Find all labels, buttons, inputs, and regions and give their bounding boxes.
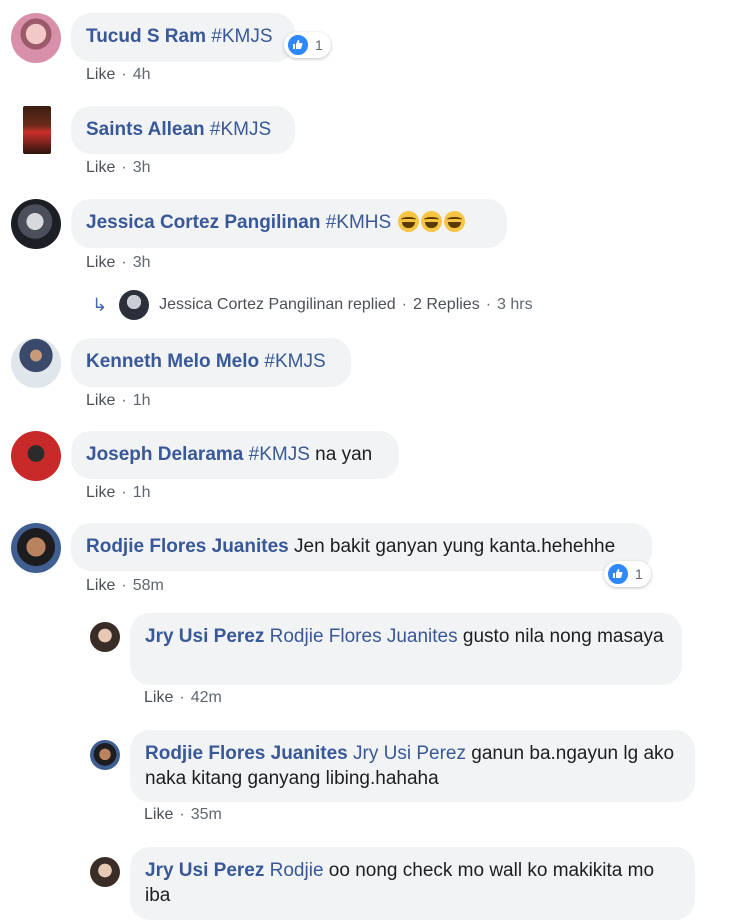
timestamp[interactable]: 1h (133, 392, 151, 409)
comment-author[interactable]: Kenneth Melo Melo (86, 351, 259, 372)
timestamp[interactable]: 4h (133, 66, 151, 83)
mention[interactable]: Jry Usi Perez (353, 743, 466, 764)
comment-bubble: Joseph Delarama #KMJS na yan (71, 431, 399, 479)
timestamp[interactable]: 35m (191, 806, 222, 823)
comment-bubble: Tucud S Ram #KMJS (71, 13, 295, 62)
comment-author[interactable]: Jessica Cortez Pangilinan (86, 212, 320, 233)
mention[interactable]: Rodjie (270, 860, 324, 881)
comment-bubble: Saints Allean #KMJS (71, 106, 295, 154)
hashtag[interactable]: #KMJS (210, 119, 271, 140)
mention[interactable]: Rodjie Flores Juanites (270, 626, 458, 647)
avatar (119, 290, 150, 320)
comment-author[interactable]: Rodjie Flores Juanites (86, 536, 289, 557)
separator: · (401, 296, 407, 313)
like-reaction-icon (607, 563, 629, 585)
like-link[interactable]: Like (144, 689, 173, 706)
timestamp[interactable]: 3h (133, 159, 151, 176)
comment-text: Jen bakit ganyan yung kanta.hehehhe (294, 536, 616, 557)
avatar[interactable] (11, 199, 61, 249)
comment-bubble: Jessica Cortez Pangilinan #KMHS (71, 199, 507, 248)
comment-bubble: Kenneth Melo Melo #KMJS (71, 338, 351, 387)
reply-arrow-icon: ↳ (92, 294, 108, 315)
comment-meta: Like · 3h (86, 159, 151, 176)
comment-meta: Like · 3h (86, 254, 151, 271)
timestamp[interactable]: 58m (133, 577, 164, 594)
separator: · (485, 296, 492, 313)
hashtag[interactable]: #KMJS (264, 351, 325, 372)
comment-bubble: Rodjie Flores Juanites Jen bakit ganyan … (71, 523, 652, 571)
reply-author[interactable]: Rodjie Flores Juanites (145, 743, 348, 764)
avatar[interactable] (90, 740, 120, 770)
reaction-count[interactable]: 1 (284, 32, 331, 58)
like-link[interactable]: Like (86, 392, 115, 409)
avatar[interactable] (11, 338, 61, 388)
timestamp[interactable]: 3h (133, 254, 151, 271)
reaction-count[interactable]: 1 (604, 561, 651, 587)
like-link[interactable]: Like (86, 577, 115, 594)
like-reaction-icon (287, 34, 309, 56)
reply-meta: Like · 42m (144, 689, 222, 706)
like-link[interactable]: Like (86, 159, 115, 176)
avatar[interactable] (23, 106, 51, 154)
view-replies-link[interactable]: ↳ Jessica Cortez Pangilinan replied · 2 … (92, 290, 533, 320)
like-link[interactable]: Like (144, 806, 173, 823)
reply-author[interactable]: Jry Usi Perez (145, 860, 264, 881)
comment-meta: Like · 58m (86, 577, 164, 594)
hashtag[interactable]: #KMHS (326, 212, 391, 233)
comment-meta: Like · 1h (86, 484, 151, 501)
reaction-count-label: 1 (635, 566, 643, 582)
like-link[interactable]: Like (86, 66, 115, 83)
comment-author[interactable]: Joseph Delarama (86, 444, 243, 465)
laughing-emoji-icon (398, 211, 420, 232)
timestamp: 3 hrs (497, 296, 533, 313)
avatar[interactable] (11, 431, 61, 481)
comment-author[interactable]: Tucud S Ram (86, 26, 206, 47)
comment-text: na yan (309, 444, 373, 465)
avatar[interactable] (90, 622, 120, 652)
reply-text: gusto nila nong masaya (457, 626, 664, 647)
timestamp[interactable]: 42m (191, 689, 222, 706)
reaction-count-label: 1 (315, 37, 323, 53)
reply-author[interactable]: Jry Usi Perez (145, 626, 264, 647)
laughing-emoji-icon (421, 211, 443, 232)
comment-meta: Like · 4h (86, 66, 151, 83)
avatar[interactable] (90, 857, 120, 887)
comment-meta: Like · 1h (86, 392, 151, 409)
reply-bubble: Jry Usi Perez Rodjie Flores Juanites gus… (130, 613, 682, 685)
hashtag[interactable]: #KMJS (249, 444, 310, 465)
hashtag[interactable]: #KMJS (211, 26, 272, 47)
avatar[interactable] (11, 523, 61, 573)
timestamp[interactable]: 1h (133, 484, 151, 501)
laughing-emoji-icon (444, 211, 466, 232)
replied-label[interactable]: Jessica Cortez Pangilinan replied (159, 296, 396, 314)
replies-count[interactable]: 2 Replies (413, 296, 480, 314)
reply-meta: Like · 35m (144, 806, 222, 823)
avatar[interactable] (11, 13, 61, 63)
comment-author[interactable]: Saints Allean (86, 119, 205, 140)
reply-bubble: Rodjie Flores Juanites Jry Usi Perez gan… (130, 730, 695, 802)
like-link[interactable]: Like (86, 484, 115, 501)
like-link[interactable]: Like (86, 254, 115, 271)
reply-bubble: Jry Usi Perez Rodjie oo nong check mo wa… (130, 847, 695, 920)
